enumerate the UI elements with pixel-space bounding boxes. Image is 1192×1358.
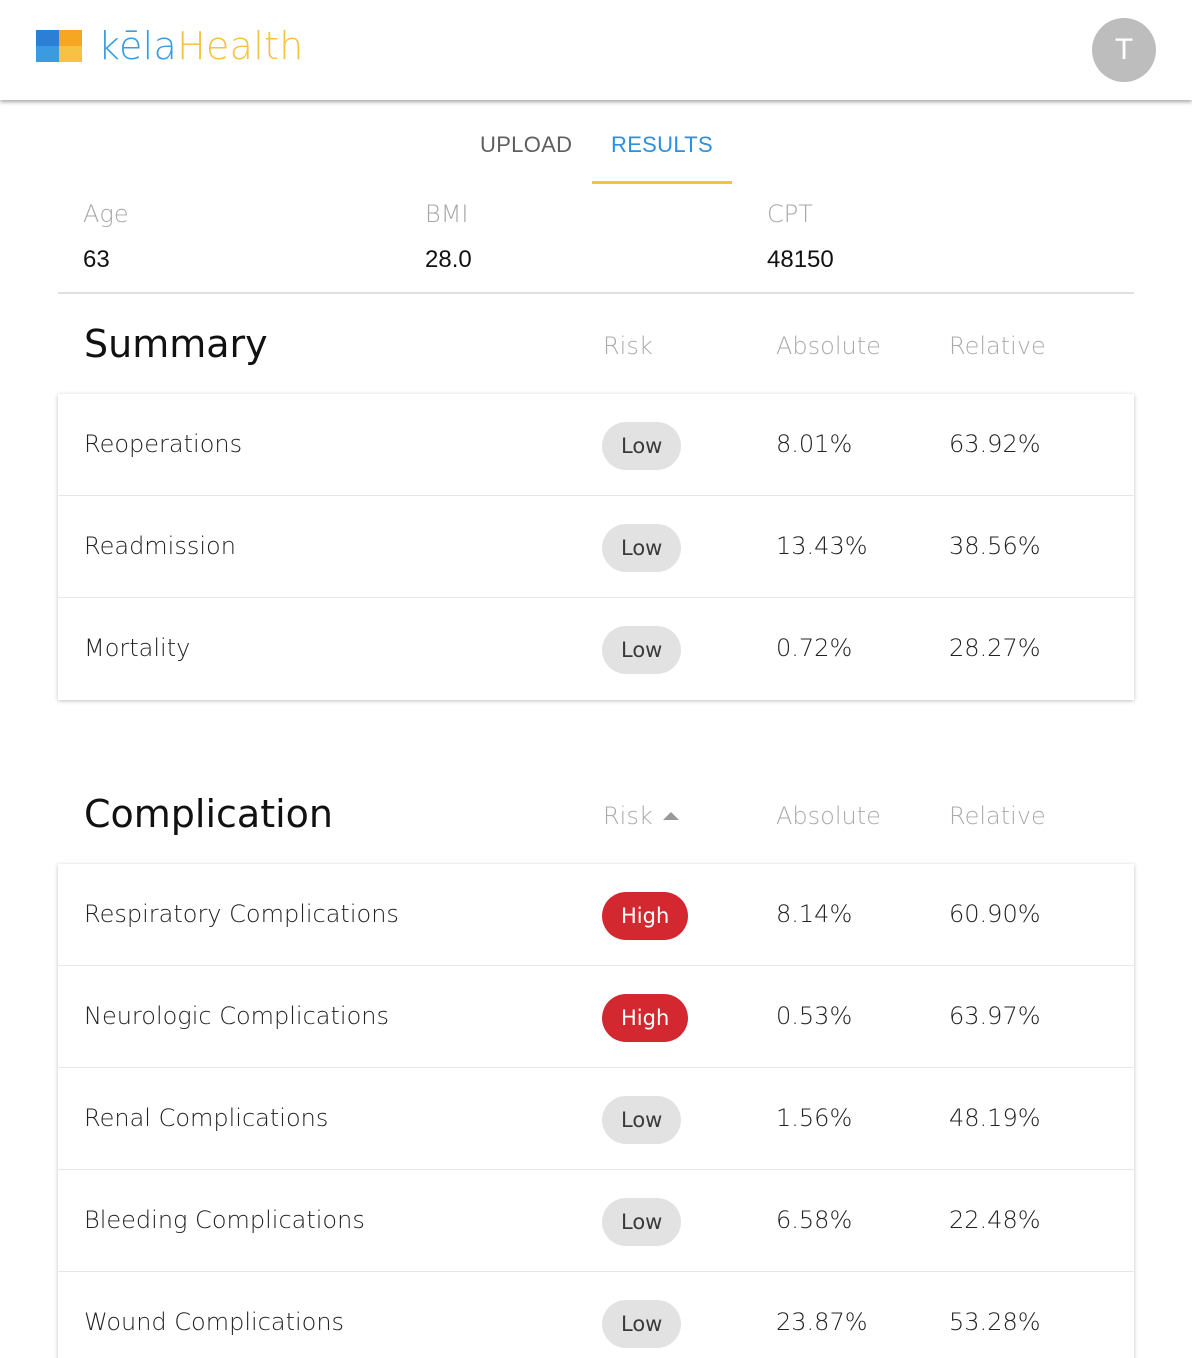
- logo-mark-icon: [36, 30, 82, 62]
- relative-value: 63.97%: [949, 1002, 1041, 1030]
- age-label: Age: [83, 200, 129, 228]
- complication-relative-header[interactable]: Relative: [949, 802, 1046, 830]
- age-field: Age 63: [83, 200, 129, 274]
- cpt-label: CPT: [767, 200, 813, 228]
- row-name: Renal Complications: [84, 1104, 329, 1132]
- tab-results[interactable]: RESULTS: [611, 132, 713, 158]
- cpt-value: 48150: [767, 246, 834, 273]
- complication-table: Respiratory Complications High 8.14% 60.…: [58, 864, 1134, 1358]
- absolute-value: 8.14%: [776, 900, 853, 928]
- risk-badge: Low: [602, 524, 682, 572]
- relative-value: 53.28%: [949, 1308, 1041, 1336]
- table-row[interactable]: Wound Complications Low 23.87% 53.28%: [58, 1272, 1134, 1358]
- absolute-value: 13.43%: [776, 532, 868, 560]
- risk-badge: Low: [602, 1300, 682, 1348]
- bmi-label: BMI: [425, 200, 469, 228]
- tab-upload[interactable]: UPLOAD: [480, 132, 572, 158]
- table-row[interactable]: Bleeding Complications Low 6.58% 22.48%: [58, 1170, 1134, 1272]
- logo-text: kēlaHealth: [98, 26, 304, 66]
- absolute-value: 8.01%: [776, 430, 853, 458]
- logo-text-kela: kēla: [98, 24, 178, 68]
- risk-badge: High: [602, 994, 689, 1042]
- table-row[interactable]: Respiratory Complications High 8.14% 60.…: [58, 864, 1134, 966]
- sort-ascending-icon[interactable]: [662, 812, 679, 820]
- table-row[interactable]: Readmission Low 13.43% 38.56%: [58, 496, 1134, 598]
- row-name: Readmission: [84, 532, 236, 560]
- user-avatar[interactable]: T: [1092, 18, 1156, 82]
- summary-table: Reoperations Low 8.01% 63.92% Readmissio…: [58, 394, 1134, 700]
- age-value: 63: [83, 246, 110, 273]
- risk-badge: Low: [602, 1198, 682, 1246]
- relative-value: 38.56%: [949, 532, 1041, 560]
- complication-risk-header[interactable]: Risk: [603, 802, 679, 830]
- tab-bar: UPLOAD RESULTS: [0, 100, 1192, 184]
- absolute-value: 0.53%: [776, 1002, 853, 1030]
- active-tab-indicator: [592, 181, 732, 184]
- row-name: Respiratory Complications: [84, 900, 399, 928]
- row-name: Neurologic Complications: [84, 1002, 389, 1030]
- kela-health-logo[interactable]: kēlaHealth: [36, 26, 304, 66]
- row-name: Reoperations: [84, 430, 243, 458]
- row-name: Wound Complications: [84, 1308, 345, 1336]
- summary-absolute-header[interactable]: Absolute: [776, 332, 881, 360]
- table-row[interactable]: Neurologic Complications High 0.53% 63.9…: [58, 966, 1134, 1068]
- absolute-value: 6.58%: [776, 1206, 853, 1234]
- table-row[interactable]: Mortality Low 0.72% 28.27%: [58, 598, 1134, 700]
- summary-title: Summary: [84, 322, 268, 366]
- summary-risk-header[interactable]: Risk: [603, 332, 653, 360]
- summary-relative-header[interactable]: Relative: [949, 332, 1046, 360]
- cpt-field: CPT 48150: [767, 200, 834, 274]
- risk-badge: High: [602, 892, 689, 940]
- row-name: Mortality: [84, 634, 191, 662]
- risk-badge: Low: [602, 626, 682, 674]
- patient-info: Age 63 BMI 28.0 CPT 48150: [58, 200, 1134, 294]
- complication-title: Complication: [84, 792, 334, 836]
- table-row[interactable]: Renal Complications Low 1.56% 48.19%: [58, 1068, 1134, 1170]
- absolute-value: 1.56%: [776, 1104, 853, 1132]
- table-row[interactable]: Reoperations Low 8.01% 63.92%: [58, 394, 1134, 496]
- bmi-field: BMI 28.0: [425, 200, 472, 274]
- logo-text-health: Health: [177, 24, 304, 68]
- complication-absolute-header[interactable]: Absolute: [776, 802, 881, 830]
- bmi-value: 28.0: [425, 246, 472, 273]
- relative-value: 28.27%: [949, 634, 1041, 662]
- relative-value: 22.48%: [949, 1206, 1041, 1234]
- relative-value: 60.90%: [949, 900, 1041, 928]
- complication-risk-label: Risk: [603, 802, 653, 830]
- risk-badge: Low: [602, 1096, 682, 1144]
- relative-value: 63.92%: [949, 430, 1041, 458]
- absolute-value: 0.72%: [776, 634, 853, 662]
- row-name: Bleeding Complications: [84, 1206, 365, 1234]
- risk-badge: Low: [602, 422, 682, 470]
- absolute-value: 23.87%: [776, 1308, 868, 1336]
- app-header: kēlaHealth T: [0, 0, 1192, 100]
- relative-value: 48.19%: [949, 1104, 1041, 1132]
